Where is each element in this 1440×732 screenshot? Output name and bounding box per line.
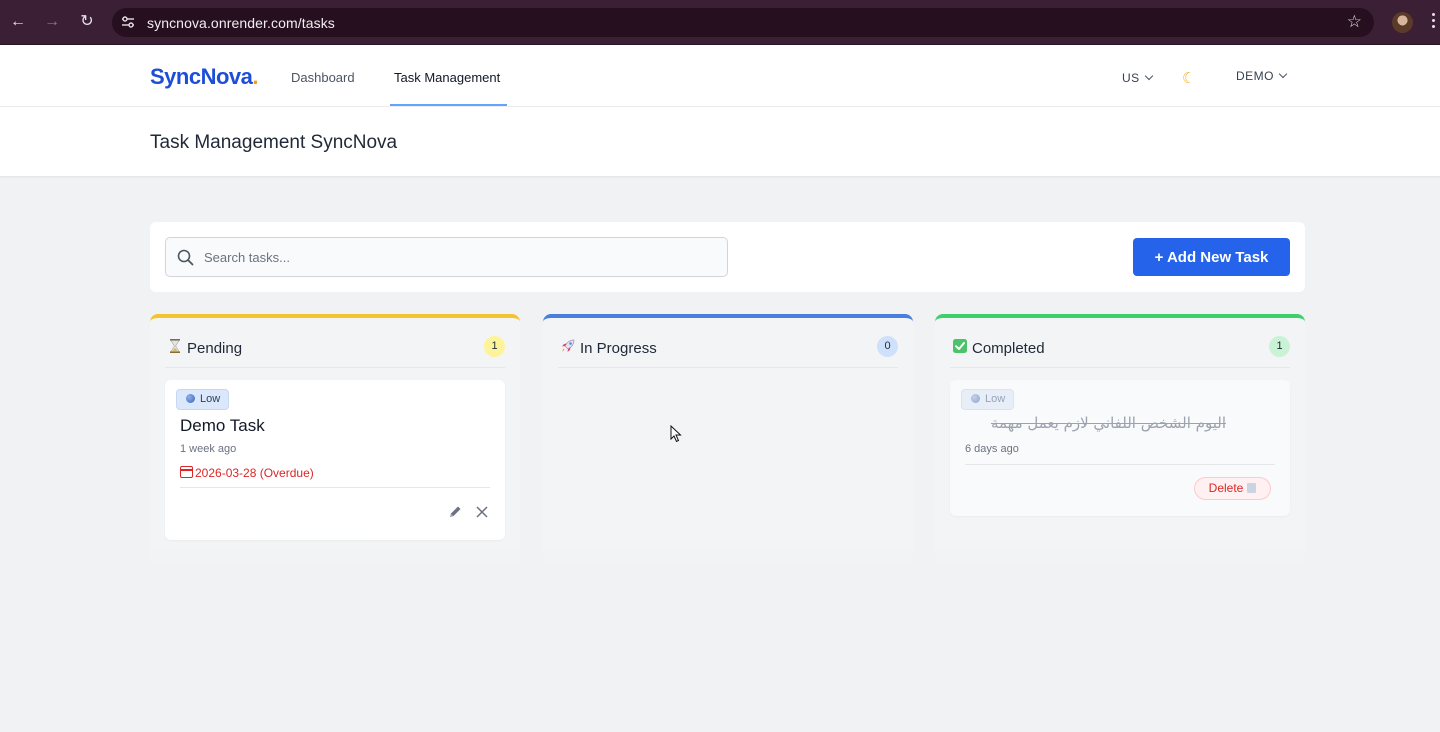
url-text[interactable]: syncnova.onrender.com/tasks [147,15,335,31]
edit-pencil-icon[interactable] [447,504,463,520]
card-divider [965,464,1275,465]
page-title-band: Task Management SyncNova [0,107,1440,177]
task-card[interactable]: Low اليوم الشخص اللفاني لازم يعمل مهمة 6… [950,380,1290,516]
syncnova-logo[interactable]: SyncNova. [150,64,258,90]
nav-dashboard[interactable]: Dashboard [291,70,355,85]
column-header: In Progress 0 [558,333,898,368]
profile-avatar[interactable] [1392,12,1413,33]
delete-button[interactable]: Delete [1194,477,1271,500]
nav-task-management[interactable]: Task Management [394,70,500,85]
count-badge: 1 [1269,336,1290,357]
active-nav-indicator [390,104,507,106]
column-completed: Completed 1 Low اليوم الشخص اللفاني لازم… [935,314,1305,576]
task-toolbar: + Add New Task [150,222,1305,292]
search-input[interactable] [204,246,704,268]
chevron-down-icon [1278,69,1288,79]
count-badge: 1 [484,336,505,357]
app-header: SyncNova. Dashboard Task Management US ☾… [0,45,1440,107]
bookmark-star-icon[interactable]: ☆ [1347,12,1362,32]
priority-badge: Low [176,389,230,410]
priority-dot-icon [971,394,980,403]
column-title: Completed [972,340,1045,357]
card-divider [180,487,490,488]
column-pending: Pending 1 Low Demo Task 1 week ago 2026-… [150,314,520,576]
address-bar[interactable]: syncnova.onrender.com/tasks ☆ [112,8,1374,37]
browser-toolbar: ← → ↻ syncnova.onrender.com/tasks ☆ [0,0,1440,45]
forward-arrow-icon[interactable]: → [42,12,62,32]
user-menu[interactable]: DEMO [1236,69,1288,83]
browser-menu-icon[interactable] [1432,13,1436,33]
task-card[interactable]: Low Demo Task 1 week ago 2026-03-28 (Ove… [165,380,505,540]
site-settings-icon[interactable] [121,15,135,29]
column-header: Pending 1 [165,333,505,368]
page-title: Task Management SyncNova [150,132,398,153]
back-arrow-icon[interactable]: ← [8,12,28,32]
add-new-task-button[interactable]: + Add New Task [1133,238,1290,276]
calendar-icon [180,466,193,478]
task-title: اليوم الشخص اللفاني لازم يعمل مهمة [990,414,1226,432]
task-created-time: 1 week ago [180,443,237,455]
column-title: In Progress [580,340,657,357]
mouse-cursor-icon [670,425,682,443]
rocket-icon [562,339,575,352]
check-box-icon [953,339,967,353]
priority-dot-icon [186,394,195,403]
task-created-time: 6 days ago [965,443,1019,455]
column-title: Pending [187,340,243,357]
search-box[interactable] [165,237,728,277]
task-title: Demo Task [180,416,265,435]
hourglass-icon [170,339,180,353]
reload-icon[interactable]: ↻ [77,12,97,32]
priority-badge: Low [961,389,1015,410]
chevron-down-icon [1144,71,1153,81]
trash-icon [1247,483,1257,493]
region-selector[interactable]: US [1122,71,1153,85]
search-icon [177,249,194,266]
task-due-date: 2026-03-28 (Overdue) [180,465,314,480]
count-badge: 0 [877,336,898,357]
column-in-progress: In Progress 0 [543,314,913,576]
column-header: Completed 1 [950,333,1290,368]
dark-mode-moon-icon[interactable]: ☾ [1182,69,1195,87]
close-icon[interactable] [474,504,490,520]
